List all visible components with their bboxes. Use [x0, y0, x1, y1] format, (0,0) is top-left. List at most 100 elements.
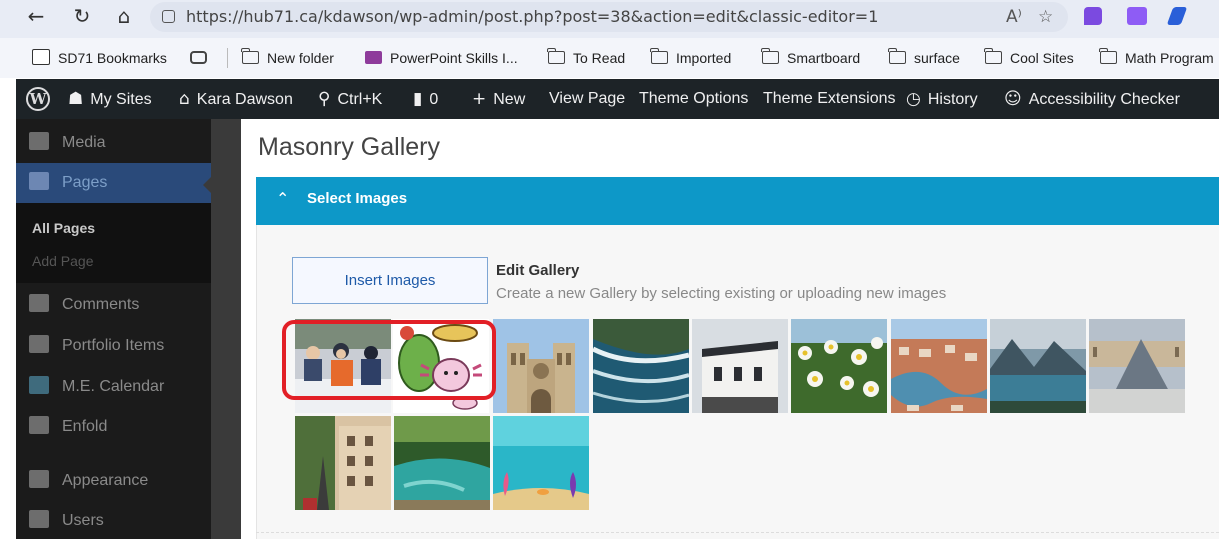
section-title: Select Images	[307, 190, 408, 207]
url-text[interactable]: https://hub71.ca/kdawson/wp-admin/post.p…	[186, 7, 878, 26]
extension-chat-icon[interactable]	[1084, 7, 1102, 25]
admin-bar-comments[interactable]: ▮ 0	[413, 79, 438, 119]
search-shortcut-label: Ctrl+K	[337, 91, 383, 108]
gallery-thumb-white-flowers[interactable]	[791, 319, 887, 413]
site-name-label: Kara Dawson	[196, 91, 293, 108]
bookmark-label: Smartboard	[787, 50, 861, 66]
sidebar-item-label: Comments	[62, 296, 140, 313]
sidebar-item-enfold[interactable]: Enfold	[16, 407, 211, 447]
admin-bar-accessibility-checker[interactable]: ☺ Accessibility Checker	[1004, 79, 1180, 119]
admin-sidebar: Media Pages Comments Portfolio Items M.E…	[16, 119, 211, 539]
sidebar-item-label: Media	[62, 134, 106, 151]
calendar-icon	[29, 376, 49, 394]
gallery-thumb-louvre[interactable]	[1089, 319, 1185, 413]
gallery-thumb-underwater[interactable]	[493, 416, 589, 510]
folder-icon	[241, 48, 259, 64]
select-images-header[interactable]: ⌃ Select Images	[256, 177, 1219, 225]
extension-rw-icon[interactable]	[1127, 7, 1147, 25]
media-icon	[29, 132, 49, 150]
tab-memory-icon	[190, 51, 207, 64]
back-arrow-icon[interactable]: ←	[24, 4, 48, 28]
comments-count: 0	[429, 91, 439, 108]
gallery-thumb-notre-dame[interactable]	[493, 319, 589, 413]
bookmark-tab-memory[interactable]	[190, 48, 207, 68]
bookmark-separator	[227, 48, 228, 68]
my-sites-icon: ☗	[68, 89, 84, 109]
wordpress-logo-icon[interactable]: W	[26, 87, 50, 111]
bookmark-surface[interactable]: surface	[888, 48, 960, 68]
admin-bar-my-sites[interactable]: ☗ My Sites	[68, 79, 152, 119]
gallery-thumb-river-city[interactable]	[891, 319, 987, 413]
admin-bar-search[interactable]: ⚲ Ctrl+K	[318, 79, 382, 119]
sidebar-item-calendar[interactable]: M.E. Calendar	[16, 367, 211, 407]
admin-bar-history[interactable]: ◷ History	[906, 79, 978, 119]
admin-bar-site-name[interactable]: ⌂ Kara Dawson	[179, 79, 293, 119]
gallery-thumb-coastal-waves[interactable]	[593, 319, 689, 413]
admin-bar-new[interactable]: + New	[472, 79, 525, 119]
address-bar[interactable]: https://hub71.ca/kdawson/wp-admin/post.p…	[150, 2, 1068, 32]
admin-bar-theme-options[interactable]: Theme Options	[639, 79, 748, 119]
home-icon[interactable]: ⌂	[112, 4, 136, 28]
my-sites-label: My Sites	[90, 91, 152, 108]
bookmark-smartboard[interactable]: Smartboard	[761, 48, 861, 68]
bookmark-label: Imported	[676, 50, 732, 66]
bookmark-cool-sites[interactable]: Cool Sites	[984, 48, 1074, 68]
bookmark-sd71[interactable]: SD71 Bookmarks	[32, 48, 167, 68]
gallery-thumb-mountain-lake[interactable]	[990, 319, 1086, 413]
bookmark-label: PowerPoint Skills I...	[390, 50, 518, 66]
bookmark-imported[interactable]: Imported	[650, 48, 732, 68]
new-label: New	[493, 91, 526, 108]
edit-gallery-description: Create a new Gallery by selecting existi…	[496, 285, 947, 302]
gallery-thumb-paris-street[interactable]	[295, 416, 391, 510]
extension-feather-icon[interactable]	[1166, 7, 1188, 25]
accessibility-label: Accessibility Checker	[1028, 91, 1180, 108]
pages-submenu: All Pages Add Page	[16, 203, 211, 283]
pages-icon	[29, 172, 49, 190]
admin-bar-view-page[interactable]: View Page	[549, 79, 625, 119]
plus-icon: +	[472, 89, 487, 109]
sidebar-gutter	[211, 119, 241, 539]
submenu-all-pages[interactable]: All Pages	[32, 219, 95, 237]
bookmark-math-program[interactable]: Math Program	[1099, 48, 1214, 68]
comment-bubble-icon: ▮	[413, 89, 423, 109]
bookmark-label: SD71 Bookmarks	[58, 50, 167, 66]
submenu-add-page[interactable]: Add Page	[32, 252, 94, 270]
sidebar-item-pages[interactable]: Pages	[16, 163, 211, 203]
browser-address-row: ← ↻ ⌂ https://hub71.ca/kdawson/wp-admin/…	[0, 0, 1219, 38]
folder-icon	[761, 48, 779, 64]
bookmark-label: Cool Sites	[1010, 50, 1074, 66]
accessibility-icon: ☺	[1004, 89, 1022, 109]
sidebar-item-portfolio[interactable]: Portfolio Items	[16, 326, 211, 366]
sidebar-item-appearance[interactable]: Appearance	[16, 461, 211, 501]
page-title: Masonry Gallery	[258, 133, 440, 161]
gallery-thumb-modern-building[interactable]	[692, 319, 788, 413]
sidebar-item-label: M.E. Calendar	[62, 378, 165, 395]
sidebar-item-label: Pages	[62, 174, 108, 191]
bookmark-label: Math Program	[1125, 50, 1214, 66]
bookmark-powerpoint[interactable]: PowerPoint Skills I...	[365, 48, 518, 68]
refresh-icon[interactable]: ↻	[70, 4, 94, 28]
site-info-icon[interactable]	[162, 10, 175, 23]
history-clock-icon: ◷	[906, 89, 921, 109]
gallery-thumb-forest-lagoon[interactable]	[394, 416, 490, 510]
read-aloud-icon[interactable]: A⁾	[1006, 7, 1022, 27]
bookmark-new-folder[interactable]: New folder	[241, 48, 334, 68]
bookmark-label: surface	[914, 50, 960, 66]
enfold-icon	[29, 416, 49, 434]
folder-icon	[650, 48, 668, 64]
sidebar-item-comments[interactable]: Comments	[16, 285, 211, 325]
active-menu-arrow	[203, 176, 212, 194]
sidebar-item-label: Enfold	[62, 418, 108, 435]
sidebar-item-media[interactable]: Media	[16, 123, 211, 163]
insert-images-button[interactable]: Insert Images	[292, 257, 488, 304]
favorite-star-icon[interactable]: ☆	[1038, 7, 1053, 27]
history-label: History	[927, 91, 978, 108]
sidebar-item-label: Appearance	[62, 472, 149, 489]
bookmark-to-read[interactable]: To Read	[547, 48, 625, 68]
comments-icon	[29, 294, 49, 312]
admin-bar-theme-extensions[interactable]: Theme Extensions	[763, 79, 896, 119]
powerpoint-icon	[365, 51, 382, 64]
portfolio-icon	[29, 335, 49, 353]
home-icon: ⌂	[179, 89, 190, 109]
sidebar-item-users[interactable]: Users	[16, 501, 211, 539]
